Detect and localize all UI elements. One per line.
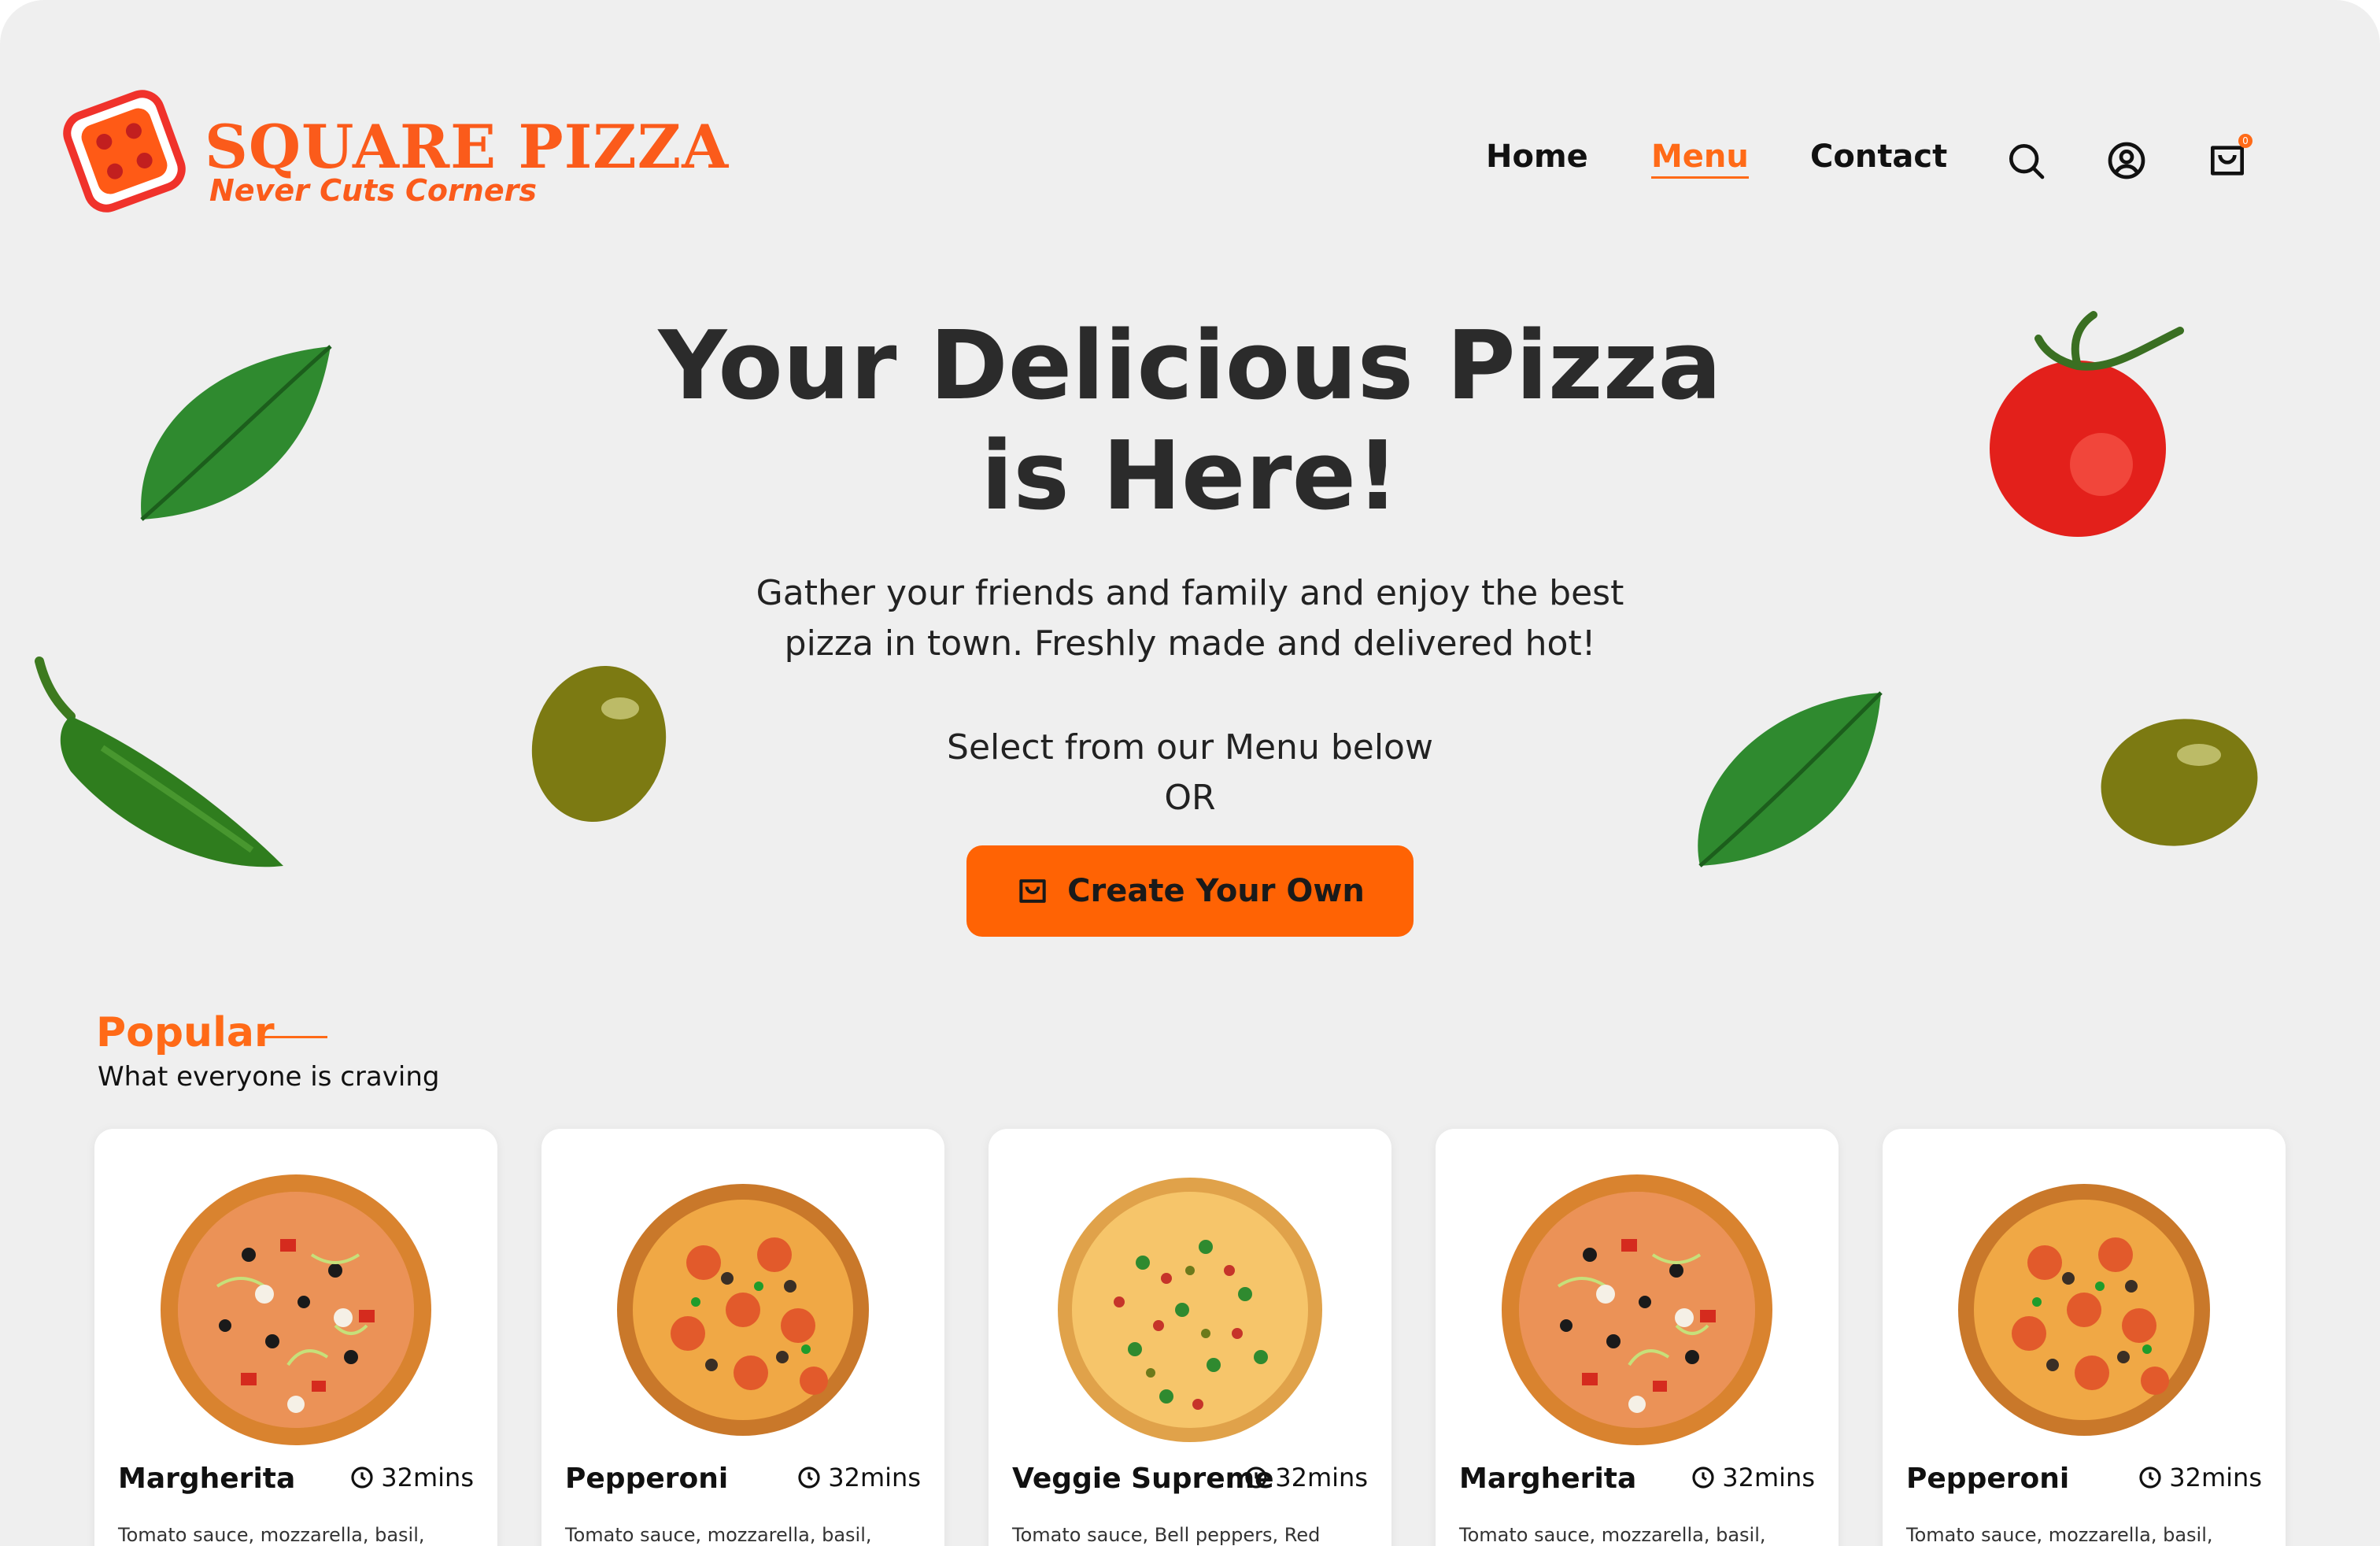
brand-title: SQUARE PIZZA xyxy=(205,112,730,182)
logo-dice-icon xyxy=(63,90,186,213)
hero-title-line: is Here! xyxy=(981,422,1399,531)
hero-description-line: Gather your friends and family and enjoy… xyxy=(756,573,1624,613)
pizza-description: Tomato sauce, mozzarella, basil, xyxy=(118,1524,425,1546)
clock-icon xyxy=(798,1466,820,1489)
hero-description: Gather your friends and family and enjoy… xyxy=(678,568,1702,669)
cart-count-badge: 0 xyxy=(2238,134,2252,148)
pizza-name: Pepperoni xyxy=(1906,1463,2070,1495)
hero-title: Your Delicious Pizza is Here! xyxy=(560,312,1820,532)
clock-icon xyxy=(351,1466,373,1489)
create-your-own-label: Create Your Own xyxy=(1067,873,1365,909)
user-icon xyxy=(2108,142,2145,179)
nav-contact[interactable]: Contact xyxy=(1810,139,1947,175)
nav-home[interactable]: Home xyxy=(1486,139,1588,175)
prep-time: 32mins xyxy=(1244,1463,1368,1492)
page-frame: SQUARE PIZZA Never Cuts Corners Home Men… xyxy=(0,0,2380,1546)
hero-select-text: Select from our Menu below OR xyxy=(757,723,1623,823)
prep-time: 32mins xyxy=(1691,1463,1815,1492)
prep-time-value: 32mins xyxy=(2169,1463,2262,1492)
prep-time-value: 32mins xyxy=(1722,1463,1815,1492)
create-your-own-button[interactable]: Create Your Own xyxy=(966,845,1414,937)
brand-tagline: Never Cuts Corners xyxy=(209,173,537,208)
search-button[interactable] xyxy=(2004,139,2048,183)
pizza-image xyxy=(1058,1178,1322,1442)
olive-icon xyxy=(531,665,667,823)
prep-time: 32mins xyxy=(349,1463,474,1492)
pizza-image xyxy=(1958,1184,2210,1436)
pizza-image xyxy=(617,1184,869,1436)
brand-logo[interactable]: SQUARE PIZZA Never Cuts Corners xyxy=(61,88,728,222)
pizza-image xyxy=(161,1174,431,1445)
hero-description-line: pizza in town. Freshly made and delivere… xyxy=(784,623,1596,664)
pizza-image xyxy=(1502,1174,1772,1445)
jalapeno-icon xyxy=(35,656,283,867)
account-button[interactable] xyxy=(2105,139,2149,183)
pizza-card[interactable]: Margherita 32mins Tomato sauce, mozzarel… xyxy=(1436,1129,1839,1546)
prep-time: 32mins xyxy=(796,1463,921,1492)
popular-title: Popular xyxy=(96,1009,275,1056)
pizza-description: Tomato sauce, mozzarella, basil, xyxy=(565,1524,872,1546)
pizza-card[interactable]: Veggie Supreme 32mins Tomato sauce, Bell… xyxy=(989,1129,1391,1546)
or-text: OR xyxy=(1164,778,1216,818)
pizza-card[interactable]: Pepperoni 32mins Tomato sauce, mozzarell… xyxy=(541,1129,944,1546)
nav-menu[interactable]: Menu xyxy=(1651,139,1749,179)
pizza-description: Tomato sauce, mozzarella, basil, xyxy=(1906,1524,2213,1546)
popular-subtitle: What everyone is craving xyxy=(98,1061,440,1093)
pizza-description: Tomato sauce, mozzarella, basil, xyxy=(1459,1524,1766,1546)
basil-leaf-icon xyxy=(1698,691,1883,867)
hero-title-line: Your Delicious Pizza xyxy=(658,312,1722,421)
pizza-card[interactable]: Margherita 32mins Tomato sauce, mozzarel… xyxy=(94,1129,497,1546)
clock-icon xyxy=(1245,1466,1267,1489)
olive-icon xyxy=(2101,719,2258,846)
popular-divider xyxy=(264,1036,327,1038)
clock-icon xyxy=(1692,1466,1714,1489)
prep-time: 32mins xyxy=(2138,1463,2262,1492)
basil-leaf-icon xyxy=(140,345,332,521)
pizza-name: Margherita xyxy=(118,1463,296,1495)
pizza-name: Pepperoni xyxy=(565,1463,729,1495)
search-icon xyxy=(2009,144,2045,179)
bag-icon xyxy=(1019,879,1046,903)
pizza-name: Veggie Supreme xyxy=(1012,1463,1274,1495)
prep-time-value: 32mins xyxy=(1275,1463,1368,1492)
clock-icon xyxy=(2139,1466,2161,1489)
tomato-icon xyxy=(1990,311,2184,537)
prep-time-value: 32mins xyxy=(828,1463,921,1492)
prep-time-value: 32mins xyxy=(381,1463,474,1492)
select-menu-text: Select from our Menu below xyxy=(947,727,1433,767)
pizza-name: Margherita xyxy=(1459,1463,1637,1495)
pizza-card[interactable]: Pepperoni 32mins Tomato sauce, mozzarell… xyxy=(1883,1129,2286,1546)
pizza-description: Tomato sauce, Bell peppers, Red xyxy=(1012,1524,1321,1546)
cart-button[interactable]: 0 xyxy=(2205,134,2252,183)
